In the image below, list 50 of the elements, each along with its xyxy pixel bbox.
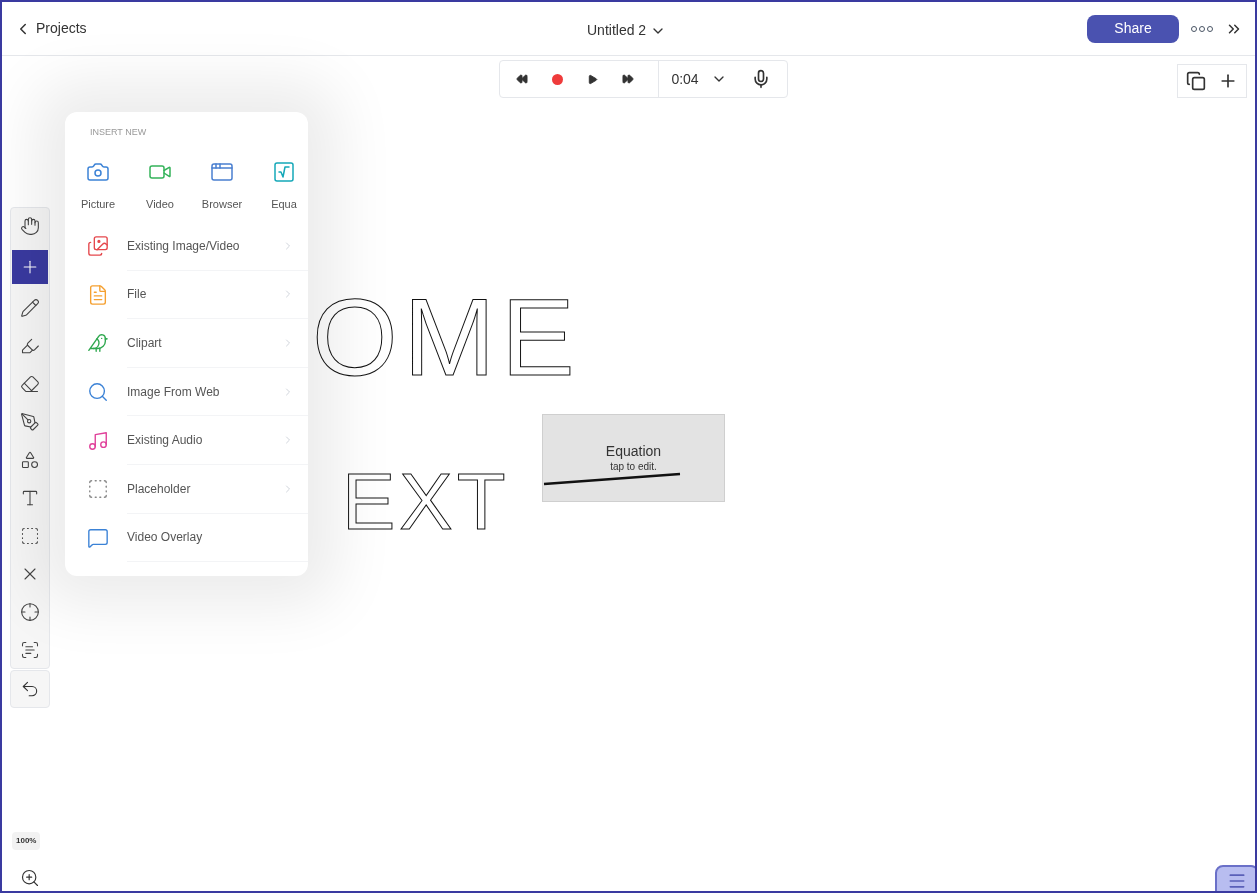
play-icon[interactable] <box>587 73 599 85</box>
pencil-icon <box>20 298 40 318</box>
undo-icon <box>20 679 40 699</box>
document-icon <box>87 283 109 306</box>
menu-item[interactable]: Placeholder <box>127 464 308 514</box>
pages-icon[interactable] <box>1186 71 1206 91</box>
time-dropdown[interactable]: 0:04 <box>658 61 727 97</box>
share-button[interactable]: Share <box>1087 14 1179 43</box>
menu-icon <box>1227 871 1247 891</box>
rewind-icon[interactable] <box>516 73 529 85</box>
dashed-square-icon <box>87 478 109 501</box>
square-root-icon <box>272 159 296 184</box>
image-icon <box>87 235 109 258</box>
equation-hint: tap to edit. <box>610 460 657 473</box>
insert-option[interactable]: Video <box>135 159 185 212</box>
title-dropdown[interactable]: Untitled 2 <box>587 20 667 41</box>
crosshair-icon <box>20 602 40 622</box>
menu-heading: INSERT NEW <box>90 126 148 139</box>
selection-icon <box>20 526 40 546</box>
equation-placeholder[interactable]: Equation tap to edit. <box>542 414 725 502</box>
handwritten-text: OME <box>311 282 581 392</box>
undo-button[interactable] <box>10 670 50 708</box>
insert-option[interactable]: Picture <box>73 159 123 212</box>
equation-title: Equation <box>605 443 662 461</box>
back-button[interactable]: Projects <box>14 18 87 39</box>
speech-bubble-icon <box>87 526 109 549</box>
tool-button[interactable] <box>12 250 48 284</box>
menu-item[interactable]: Image From Web <box>127 367 308 417</box>
pen-tool-icon <box>20 412 40 432</box>
menu-item[interactable]: Clipart <box>127 319 308 368</box>
scan-icon <box>20 640 40 660</box>
zoom-in-icon[interactable] <box>20 868 40 888</box>
shapes-icon <box>20 450 40 470</box>
menu-item[interactable]: Existing Image/Video <box>127 222 308 271</box>
insert-option[interactable]: Browser <box>197 159 247 212</box>
record-icon[interactable] <box>552 73 564 85</box>
handwritten-text: EXT <box>341 462 511 542</box>
music-note-icon <box>87 429 109 452</box>
zoom-level: 100% <box>12 832 41 850</box>
highlighter-icon <box>20 336 40 356</box>
fast-forward-icon[interactable] <box>622 73 635 85</box>
menu-item[interactable]: Video Overlay <box>127 513 308 563</box>
insert-option[interactable]: Equa <box>259 159 308 212</box>
eraser-icon <box>20 374 40 394</box>
hand-icon <box>20 216 40 236</box>
text-icon <box>20 488 40 508</box>
menu-item[interactable]: Existing Audio <box>127 416 308 465</box>
menu-item[interactable]: File <box>127 270 308 320</box>
search-icon <box>87 381 109 404</box>
bird-icon <box>87 332 109 355</box>
